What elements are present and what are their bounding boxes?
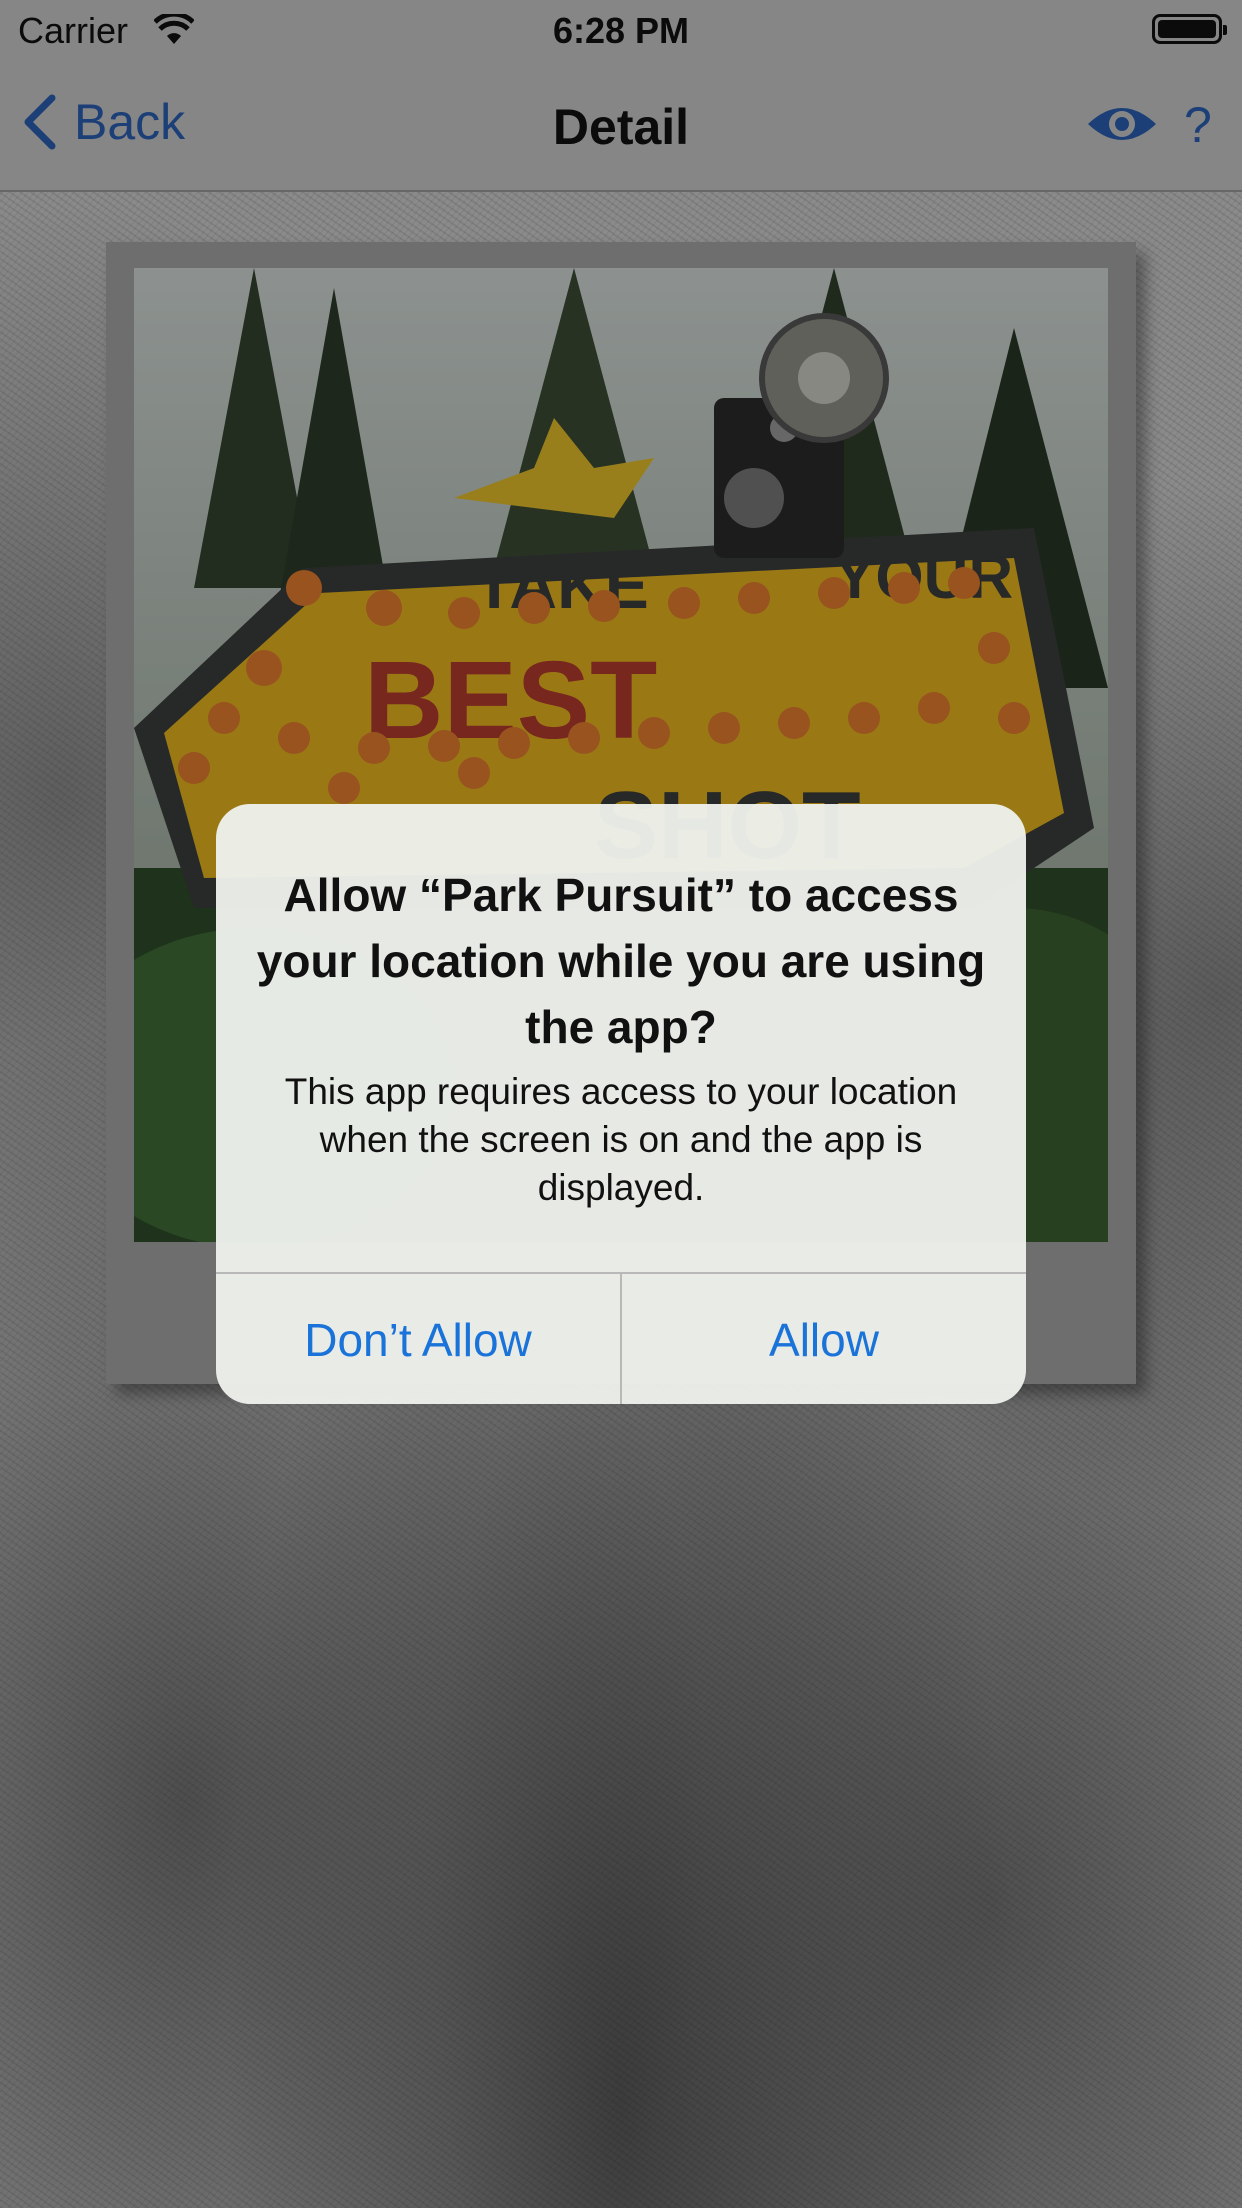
alert-title: Allow “Park Pursuit” to access your loca…	[256, 869, 986, 1053]
location-permission-alert: Allow “Park Pursuit” to access your loca…	[216, 804, 1026, 1404]
dont-allow-button[interactable]: Don’t Allow	[216, 1274, 622, 1404]
alert-button-row: Don’t Allow Allow	[216, 1272, 1026, 1404]
alert-message: This app requires access to your locatio…	[284, 1071, 958, 1208]
allow-button[interactable]: Allow	[622, 1274, 1026, 1404]
